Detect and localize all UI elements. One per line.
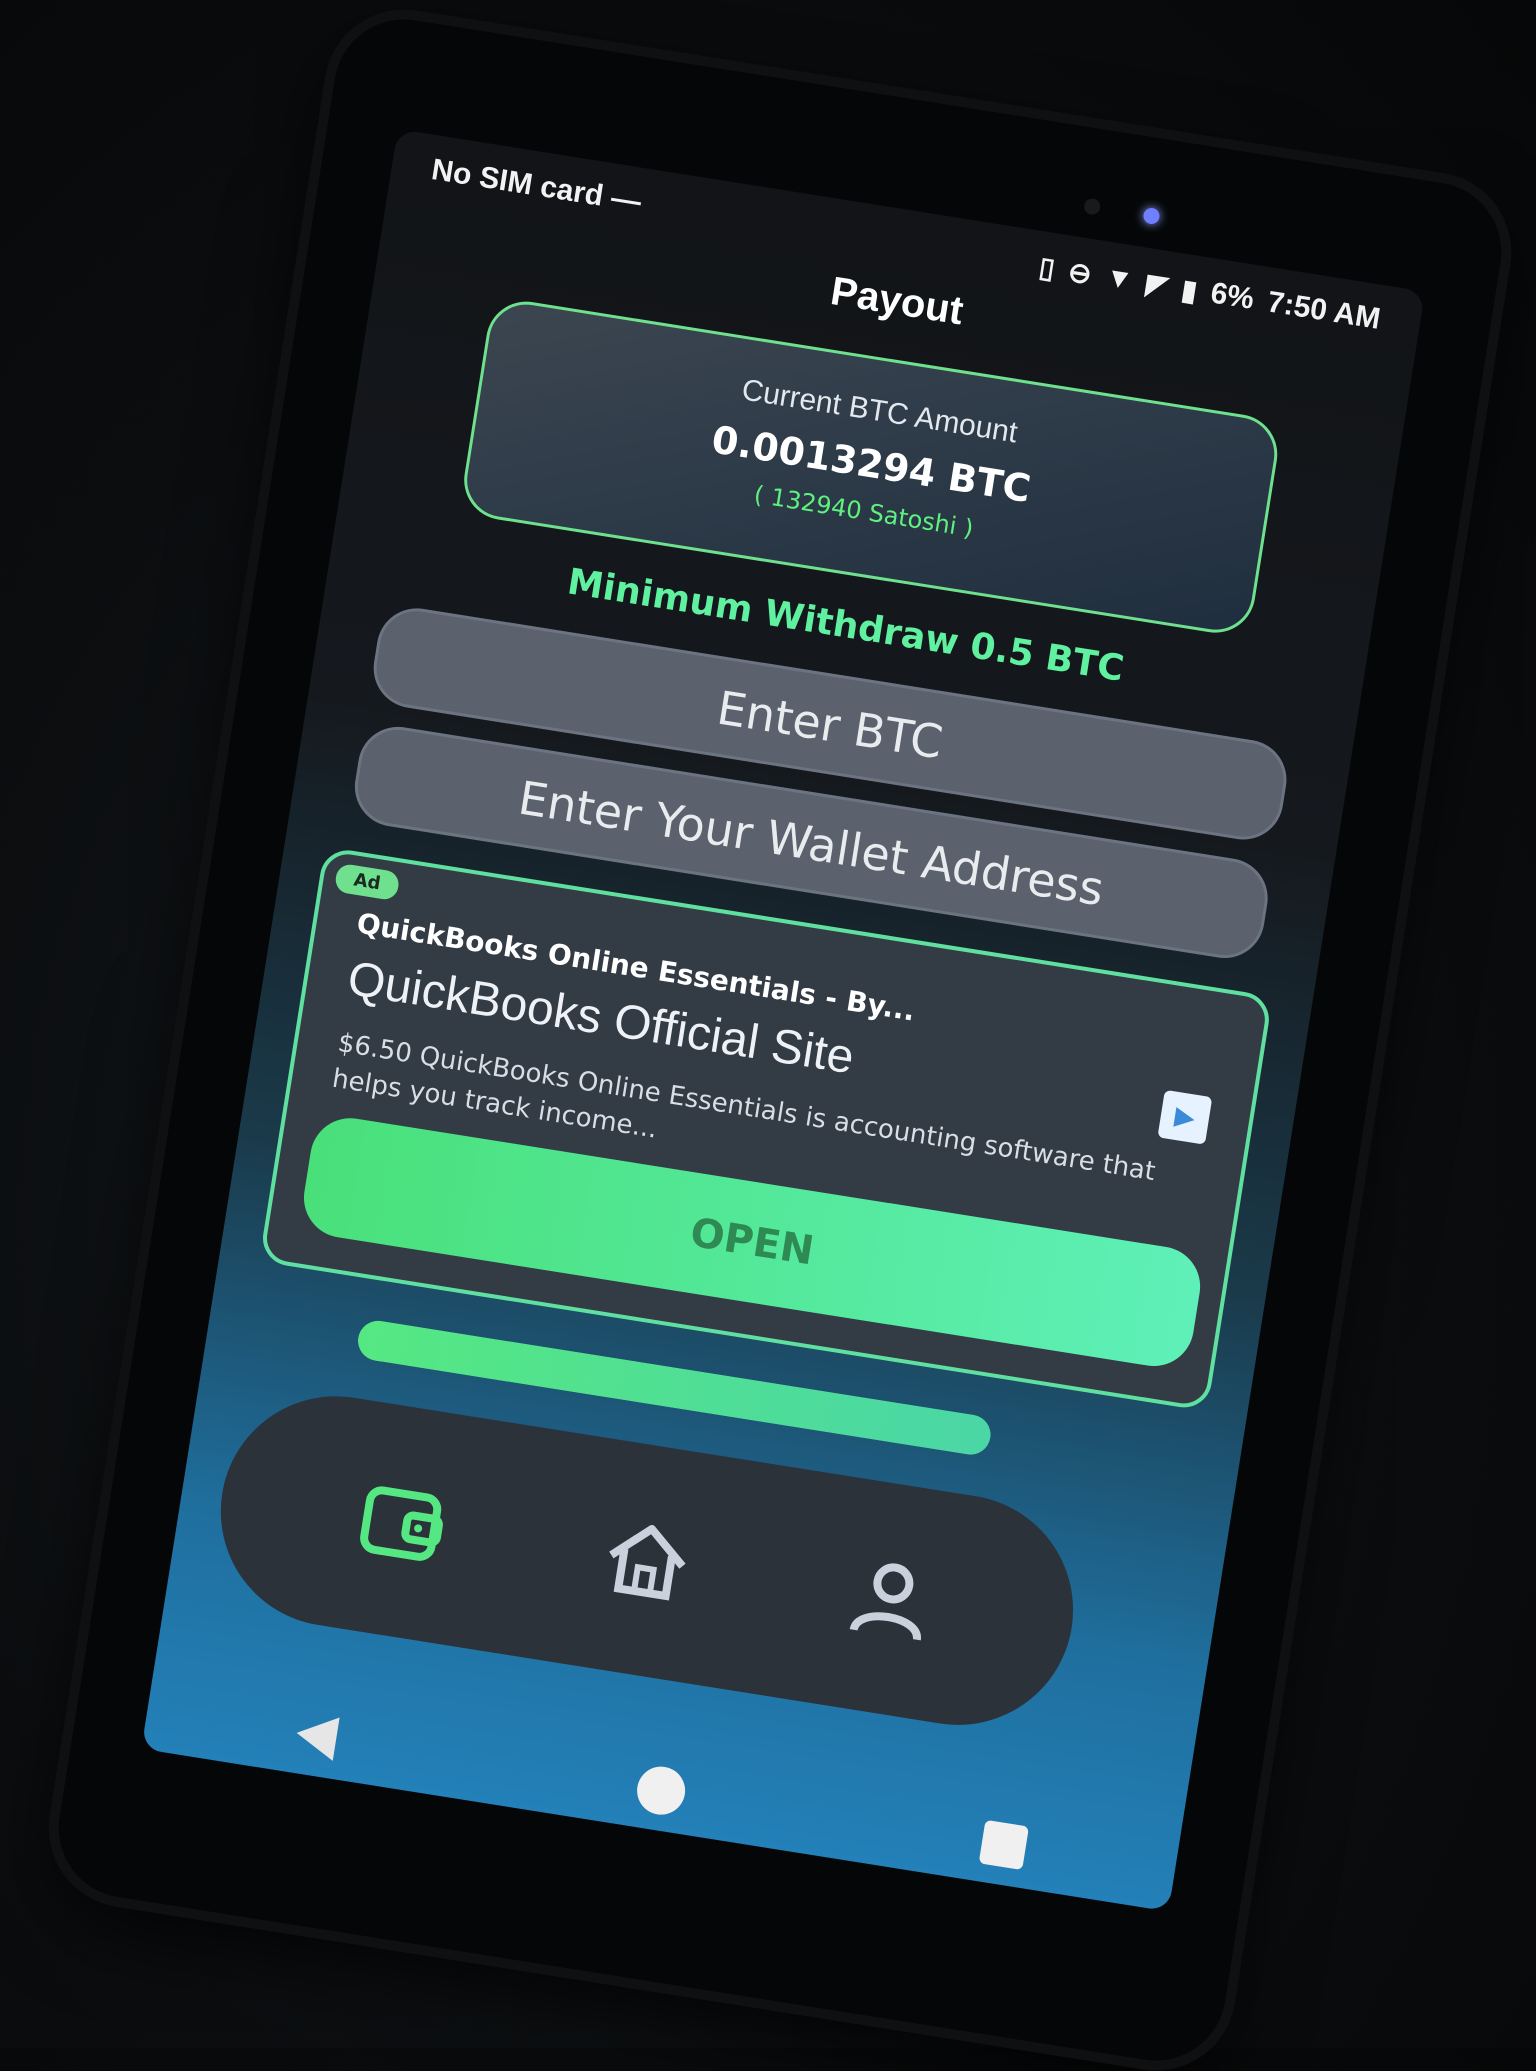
ad-choices-icon[interactable]: ▶ bbox=[1157, 1089, 1213, 1145]
wifi-icon: ▼ bbox=[1103, 260, 1136, 296]
no-signal-icon: ◤ bbox=[1144, 267, 1171, 302]
nav-wallet[interactable] bbox=[335, 1453, 472, 1590]
proximity-sensor-light bbox=[1142, 206, 1161, 226]
circle-home-icon bbox=[637, 1766, 686, 1815]
recents-button[interactable] bbox=[958, 1799, 1050, 1891]
nav-profile[interactable] bbox=[822, 1531, 959, 1668]
clock: 7:50 AM bbox=[1264, 285, 1383, 336]
user-icon bbox=[849, 1563, 921, 1641]
battery-percent: 6% bbox=[1208, 276, 1257, 316]
system-nav-bar bbox=[141, 1670, 1181, 1912]
home-button[interactable] bbox=[615, 1745, 707, 1837]
phone-device: No SIM card — ▯ ⊖ ▼ ◤ ▮ 6% 7:50 AM Payou… bbox=[48, 9, 1512, 2071]
dnd-icon: ⊖ bbox=[1066, 255, 1095, 290]
front-camera bbox=[1083, 197, 1102, 216]
recents-icon bbox=[979, 1820, 1028, 1870]
vibrate-icon: ▯ bbox=[1036, 250, 1058, 284]
back-button[interactable] bbox=[273, 1691, 365, 1783]
battery-icon: ▮ bbox=[1179, 273, 1200, 307]
home-icon bbox=[609, 1524, 686, 1601]
app-screen: No SIM card — ▯ ⊖ ▼ ◤ ▮ 6% 7:50 AM Payou… bbox=[141, 128, 1426, 1912]
ad-badge: Ad bbox=[333, 862, 401, 902]
back-icon bbox=[296, 1717, 340, 1761]
wallet-icon bbox=[360, 1486, 444, 1561]
nav-home[interactable] bbox=[578, 1492, 715, 1629]
